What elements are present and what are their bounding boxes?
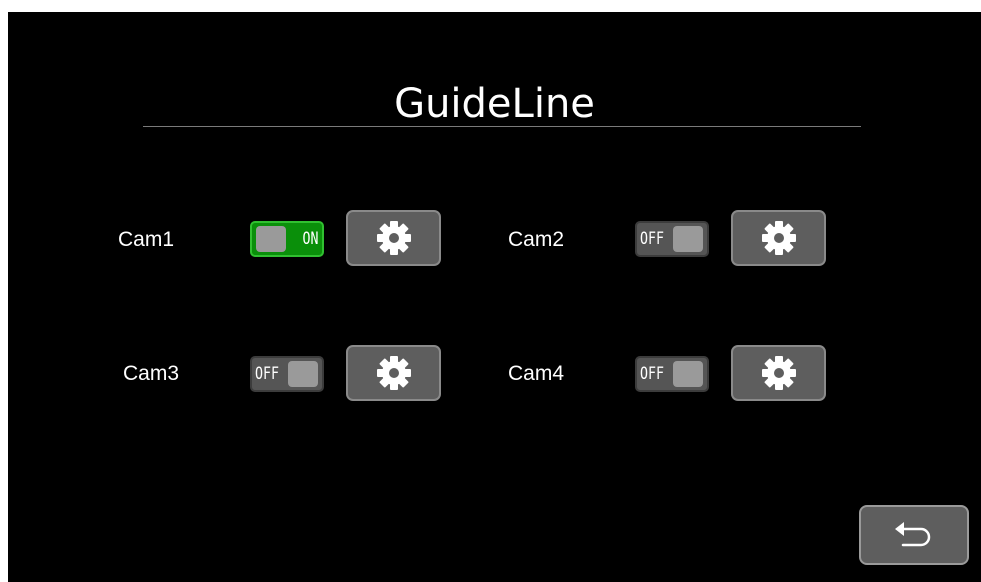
- toggle-state-label: OFF: [255, 364, 279, 384]
- gear-icon: [376, 356, 411, 390]
- gear-icon: [376, 221, 411, 255]
- cam4-label: Cam4: [508, 362, 565, 385]
- cam2-settings-button[interactable]: [731, 210, 826, 266]
- cam3-toggle[interactable]: OFF: [250, 356, 324, 392]
- gear-icon: [761, 221, 796, 255]
- cam2-toggle[interactable]: OFF: [635, 221, 709, 257]
- cam4-settings-button[interactable]: [731, 345, 826, 401]
- toggle-state-label: OFF: [640, 364, 664, 384]
- guideline-screen: GuideLine Cam1 ON Cam2 OFF Cam3 OFF Cam4…: [8, 12, 981, 582]
- cam2-label: Cam2: [508, 228, 565, 251]
- cam4-toggle[interactable]: OFF: [635, 356, 709, 392]
- toggle-knob: [673, 226, 703, 252]
- back-arrow-icon: [895, 522, 931, 547]
- back-button[interactable]: [859, 505, 969, 565]
- toggle-knob: [288, 361, 318, 387]
- toggle-state-label: OFF: [640, 229, 664, 249]
- toggle-knob: [256, 226, 286, 252]
- page-title: GuideLine: [394, 81, 595, 127]
- toggle-knob: [673, 361, 703, 387]
- toggle-state-label: ON: [302, 229, 318, 249]
- cam3-settings-button[interactable]: [346, 345, 441, 401]
- gear-icon: [761, 356, 796, 390]
- cam1-settings-button[interactable]: [346, 210, 441, 266]
- cam3-label: Cam3: [123, 362, 180, 385]
- cam1-label: Cam1: [118, 228, 175, 251]
- cam1-toggle[interactable]: ON: [250, 221, 324, 257]
- title-divider: [143, 126, 861, 127]
